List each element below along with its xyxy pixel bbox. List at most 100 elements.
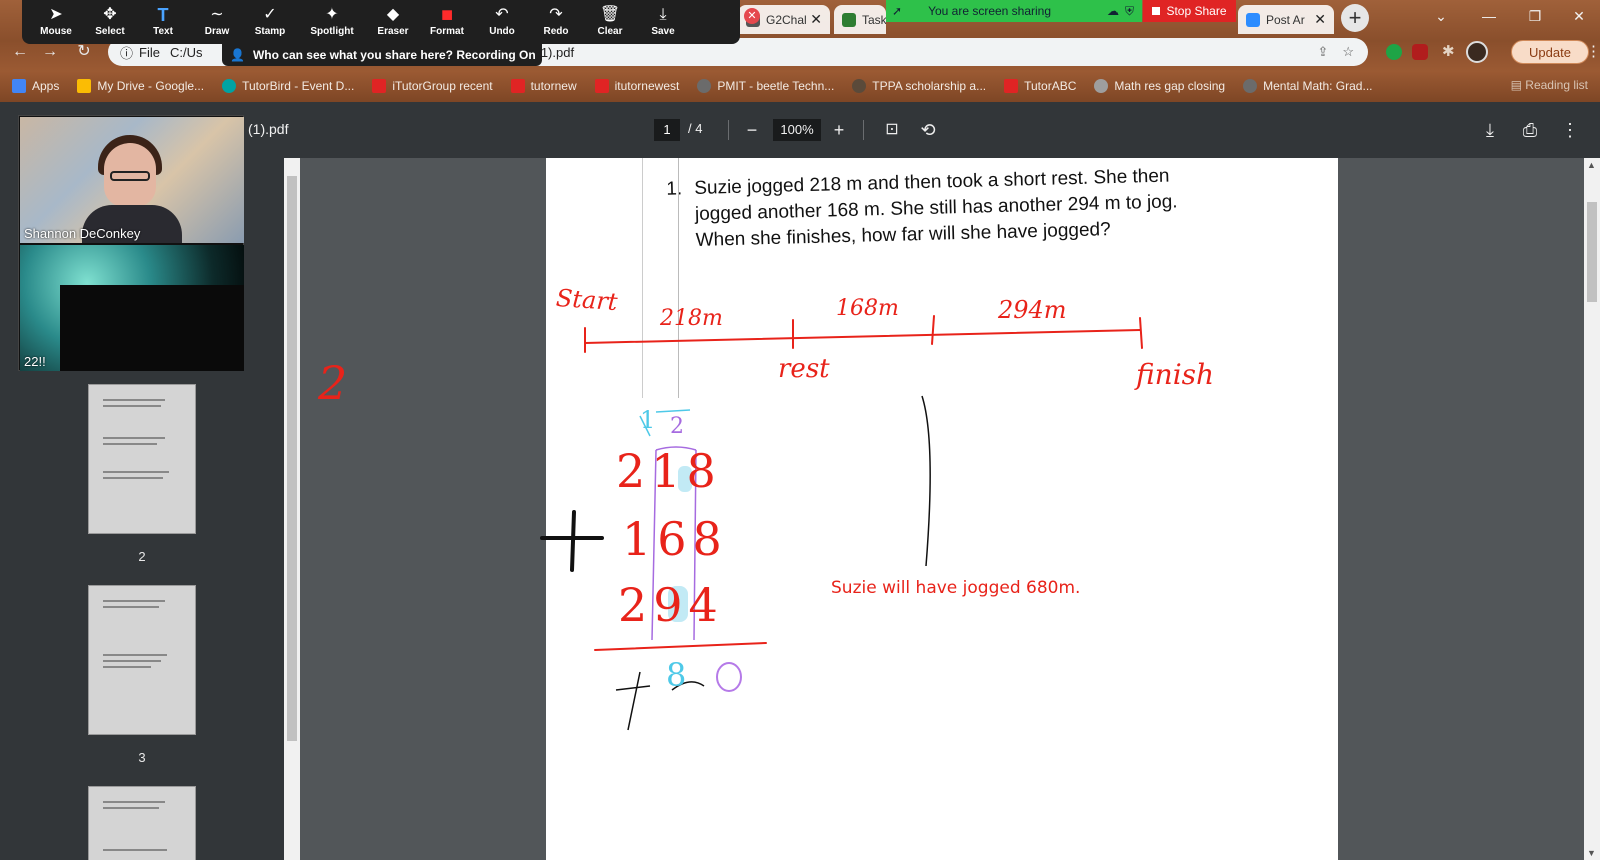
tool-spotlight[interactable]: ✦ Spotlight bbox=[304, 4, 360, 42]
thumb-line bbox=[103, 606, 159, 608]
globe-icon bbox=[697, 79, 712, 93]
stop-share-button[interactable]: Stop Share bbox=[1143, 0, 1236, 22]
avatar[interactable] bbox=[1466, 41, 1488, 63]
update-button[interactable]: Update bbox=[1511, 40, 1589, 64]
thumb-line bbox=[103, 807, 159, 809]
bookmark-label: TPPA scholarship a... bbox=[872, 79, 987, 93]
tool-redo[interactable]: ↷ Redo bbox=[528, 4, 584, 42]
zoom-in-icon[interactable]: + bbox=[827, 118, 851, 142]
tool-clear[interactable]: 🗑 Clear bbox=[582, 4, 638, 42]
apps-icon bbox=[12, 79, 26, 93]
bookmark-tutorabc[interactable]: TutorABC bbox=[1004, 79, 1076, 93]
tab-post[interactable]: Post Ar ✕ bbox=[1238, 5, 1334, 34]
thumb-line bbox=[103, 660, 161, 662]
zoom-level-input[interactable]: 100% bbox=[773, 119, 821, 141]
tool-draw[interactable]: ∼ Draw bbox=[189, 4, 245, 42]
minimize-icon[interactable]: — bbox=[1466, 0, 1512, 34]
itutor-icon bbox=[594, 79, 609, 93]
bookmark-label: tutornew bbox=[530, 79, 577, 93]
sidebar-scrollbar[interactable] bbox=[284, 158, 300, 860]
close-icon[interactable]: ✕ bbox=[810, 11, 822, 28]
text-icon: T bbox=[157, 5, 169, 25]
answer-text: Suzie will have jogged 680m. bbox=[831, 578, 1081, 598]
tppa-icon bbox=[852, 79, 867, 93]
shield-icon: ⛨ bbox=[1124, 3, 1134, 18]
tab-task[interactable]: Task bbox=[834, 5, 886, 34]
recording-notice[interactable]: 👤 Who can see what you share here? Recor… bbox=[222, 44, 542, 66]
bookmark-itutorgroup[interactable]: iTutorGroup recent bbox=[372, 79, 493, 93]
select-icon: ✥ bbox=[103, 6, 117, 23]
bookmark-tutorbird[interactable]: TutorBird - Event D... bbox=[222, 79, 354, 93]
restore-icon[interactable]: ❐ bbox=[1512, 0, 1558, 34]
bookmark-drive[interactable]: My Drive - Google... bbox=[77, 79, 204, 93]
print-icon[interactable]: ⎙ bbox=[1518, 118, 1542, 142]
extension-icon[interactable] bbox=[1386, 44, 1402, 60]
tool-eraser[interactable]: ◆ Eraser bbox=[365, 4, 421, 42]
thumb-line bbox=[103, 471, 169, 473]
tool-label: Select bbox=[95, 26, 125, 37]
page-number-input[interactable]: 1 bbox=[654, 119, 680, 141]
video-panel[interactable]: Shannon DeConkey 22!! bbox=[18, 115, 244, 371]
thumb-line bbox=[103, 666, 151, 668]
new-tab-button[interactable]: + bbox=[1341, 4, 1369, 32]
url-left: C:/Us bbox=[169, 44, 203, 60]
thumb-line bbox=[103, 437, 165, 439]
fit-page-icon[interactable]: ⊡ bbox=[880, 118, 904, 142]
share-icon[interactable]: ⇪ bbox=[1317, 44, 1328, 60]
close-window-icon[interactable]: ✕ bbox=[1556, 0, 1600, 34]
bookmark-mental-math[interactable]: Mental Math: Grad... bbox=[1243, 79, 1373, 93]
tutorbird-icon bbox=[222, 79, 237, 93]
divider bbox=[863, 120, 864, 140]
undo-icon: ↶ bbox=[495, 6, 509, 23]
screen-sharing-banner: ➚ You are screen sharing ☁ ⛨ bbox=[886, 0, 1142, 22]
tool-save[interactable]: ⤓ Save bbox=[635, 4, 691, 42]
close-toolbar-icon[interactable]: ✕ bbox=[744, 8, 760, 24]
tab-search-icon[interactable]: ⌄ bbox=[1418, 0, 1464, 34]
star-icon[interactable]: ☆ bbox=[1342, 44, 1354, 60]
info-icon[interactable]: ⓘ bbox=[120, 43, 133, 62]
thumb-line bbox=[103, 849, 167, 851]
bookmark-apps[interactable]: Apps bbox=[12, 79, 59, 93]
tool-text[interactable]: T Text bbox=[135, 4, 191, 42]
bookmark-label: iTutorGroup recent bbox=[392, 79, 493, 93]
video-tile-2[interactable]: 22!! bbox=[20, 245, 244, 371]
page-thumbnail[interactable] bbox=[88, 384, 196, 534]
scrollbar-thumb[interactable] bbox=[287, 176, 297, 741]
bookmark-pmit[interactable]: PMIT - beetle Techn... bbox=[697, 79, 834, 93]
page-scrollbar[interactable]: ▲ ▼ bbox=[1584, 158, 1600, 860]
rotate-icon[interactable]: ⟲ bbox=[916, 118, 940, 142]
tool-label: Undo bbox=[489, 26, 515, 37]
video-tile-1[interactable]: Shannon DeConkey bbox=[20, 117, 244, 243]
question-body: Suzie jogged 218 m and then took a short… bbox=[694, 165, 1178, 251]
ublock-icon[interactable] bbox=[1412, 44, 1428, 60]
scrollbar-thumb[interactable] bbox=[1587, 202, 1597, 302]
page-thumbnail[interactable] bbox=[88, 786, 196, 860]
close-icon[interactable]: ✕ bbox=[1314, 11, 1326, 28]
scroll-down-icon[interactable]: ▼ bbox=[1587, 848, 1596, 858]
puzzle-icon[interactable]: ✱ bbox=[1442, 42, 1455, 60]
zoom-favicon-icon bbox=[1246, 12, 1260, 27]
bookmark-math-res[interactable]: Math res gap closing bbox=[1094, 79, 1225, 93]
tool-stamp[interactable]: ✓ Stamp bbox=[242, 4, 298, 42]
tool-select[interactable]: ✥ Select bbox=[82, 4, 138, 42]
tool-undo[interactable]: ↶ Undo bbox=[474, 4, 530, 42]
more-options-icon[interactable]: ⋮ bbox=[1558, 118, 1582, 142]
scroll-up-icon[interactable]: ▲ bbox=[1587, 160, 1596, 170]
format-color-icon: ■ bbox=[440, 4, 454, 26]
tool-mouse[interactable]: ➤ Mouse bbox=[28, 4, 84, 42]
bookmarks-bar: Apps My Drive - Google... TutorBird - Ev… bbox=[0, 70, 1600, 102]
cloud-icon: ☁ bbox=[1106, 4, 1119, 18]
bookmark-tppa[interactable]: TPPA scholarship a... bbox=[852, 79, 986, 93]
divider bbox=[728, 120, 729, 140]
download-icon[interactable]: ⤓ bbox=[1478, 118, 1502, 142]
tool-format[interactable]: ■ Format bbox=[419, 4, 475, 42]
people-icon: 👤 bbox=[230, 48, 245, 62]
reading-list[interactable]: ▤ Reading list bbox=[1511, 78, 1588, 92]
sharing-text: You are screen sharing bbox=[928, 4, 1052, 18]
tool-label: Draw bbox=[204, 26, 230, 37]
pdf-page: 1. Suzie jogged 218 m and then took a sh… bbox=[546, 158, 1338, 860]
zoom-out-icon[interactable]: − bbox=[740, 118, 764, 142]
bookmark-itutornewest[interactable]: itutornewest bbox=[594, 79, 679, 93]
bookmark-tutornew[interactable]: tutornew bbox=[510, 79, 577, 93]
page-thumbnail[interactable] bbox=[88, 585, 196, 735]
